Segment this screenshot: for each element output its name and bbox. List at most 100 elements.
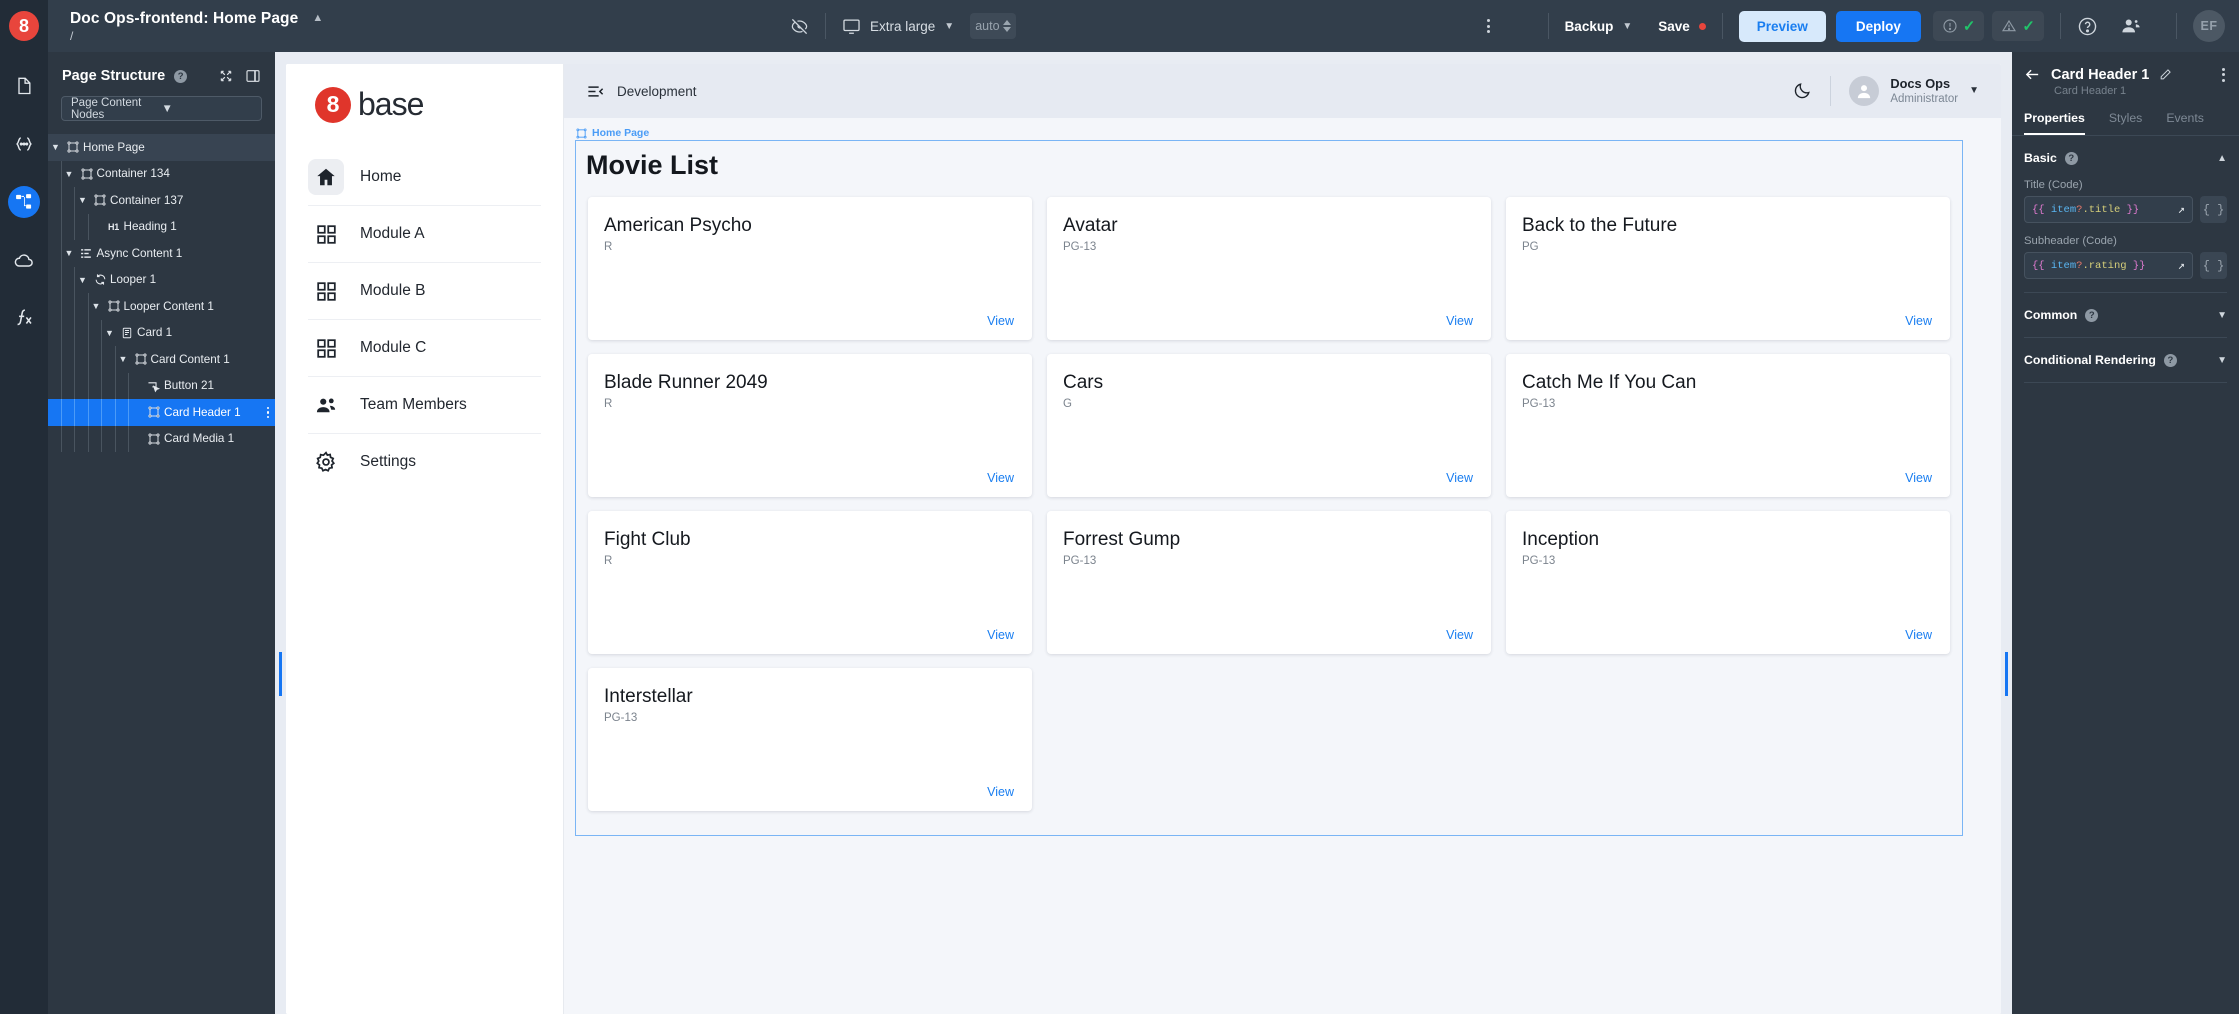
toolbar-overflow-menu[interactable] bbox=[1487, 19, 1490, 33]
chevron-up-icon[interactable]: ▲ bbox=[312, 13, 323, 24]
app-logo-cell[interactable]: 8 bbox=[0, 0, 48, 52]
tree-node[interactable]: ▼Card Content 1 bbox=[48, 346, 275, 373]
nav-item-settings[interactable]: Settings bbox=[308, 433, 541, 490]
help-circle-icon[interactable]: ? bbox=[2164, 354, 2177, 367]
help-circle-icon[interactable]: ? bbox=[2085, 309, 2098, 322]
deploy-button[interactable]: Deploy bbox=[1836, 11, 1921, 42]
chevron-down-icon[interactable]: ▼ bbox=[75, 195, 90, 205]
chevron-down-icon[interactable]: ▼ bbox=[89, 301, 104, 311]
movie-card[interactable]: Blade Runner 2049RView bbox=[588, 354, 1032, 497]
view-button[interactable]: View bbox=[1063, 471, 1475, 485]
movie-card[interactable]: InterstellarPG-13View bbox=[588, 668, 1032, 811]
frame-icon bbox=[77, 168, 97, 180]
view-button[interactable]: View bbox=[604, 314, 1016, 328]
tab-properties[interactable]: Properties bbox=[2024, 111, 2085, 135]
tree-node[interactable]: ▼Card 1 bbox=[48, 320, 275, 347]
home-icon bbox=[308, 159, 344, 195]
tab-styles[interactable]: Styles bbox=[2109, 111, 2143, 135]
save-button[interactable]: Save bbox=[1658, 19, 1706, 34]
file-icon[interactable] bbox=[8, 70, 40, 102]
common-section-header[interactable]: Common ? ▼ bbox=[2024, 293, 2227, 324]
movie-card[interactable]: CarsGView bbox=[1047, 354, 1491, 497]
view-button[interactable]: View bbox=[1522, 314, 1934, 328]
nav-item-team-members[interactable]: Team Members bbox=[308, 376, 541, 433]
subheader-code-braces-icon[interactable]: { } bbox=[2200, 252, 2227, 279]
expand-icon[interactable]: ↗ bbox=[2178, 202, 2185, 217]
view-button[interactable]: View bbox=[1522, 471, 1934, 485]
chevron-down-icon[interactable]: ▼ bbox=[62, 248, 77, 258]
toolbar-divider-5 bbox=[2176, 13, 2177, 39]
title-code-braces-icon[interactable]: { } bbox=[2200, 196, 2227, 223]
cloud-icon[interactable] bbox=[8, 244, 40, 276]
eightbase-logo-icon: 8 bbox=[9, 11, 39, 41]
node-filter-select[interactable]: Page Content Nodes ▼ bbox=[61, 96, 262, 121]
help-circle-icon[interactable] bbox=[2077, 16, 2098, 37]
tree-node[interactable]: ▼Looper 1 bbox=[48, 267, 275, 294]
code-braces-icon[interactable] bbox=[8, 128, 40, 160]
chevron-down-icon[interactable]: ▼ bbox=[62, 169, 77, 179]
help-circle-icon[interactable]: ? bbox=[2065, 152, 2078, 165]
preview-button[interactable]: Preview bbox=[1739, 11, 1826, 42]
view-button[interactable]: View bbox=[1063, 314, 1475, 328]
tree-node[interactable]: ▼Async Content 1 bbox=[48, 240, 275, 267]
eye-off-icon[interactable] bbox=[790, 17, 809, 36]
properties-overflow-menu[interactable] bbox=[2222, 68, 2225, 82]
tree-node[interactable]: ▼Looper Content 1 bbox=[48, 293, 275, 320]
tree-node[interactable]: ▼Container 134 bbox=[48, 161, 275, 188]
panel-toggle-icon[interactable] bbox=[245, 68, 261, 84]
chevron-down-icon[interactable]: ▼ bbox=[102, 328, 117, 338]
tree-node[interactable]: Button 21 bbox=[48, 373, 275, 400]
backup-button[interactable]: Backup ▼ bbox=[1565, 19, 1633, 34]
device-size-selector[interactable]: Extra large ▼ bbox=[842, 17, 954, 36]
function-fx-icon[interactable] bbox=[8, 302, 40, 334]
help-circle-icon[interactable]: ? bbox=[174, 70, 187, 83]
tree-node[interactable]: Card Media 1 bbox=[48, 426, 275, 453]
tree-node-menu[interactable] bbox=[267, 407, 270, 419]
chevron-down-icon[interactable]: ▼ bbox=[116, 354, 131, 364]
team-members-icon[interactable] bbox=[2120, 15, 2142, 37]
pencil-icon[interactable] bbox=[2159, 68, 2172, 81]
breadcrumb[interactable]: Home Page bbox=[564, 127, 2001, 139]
nav-item-home[interactable]: Home bbox=[308, 149, 541, 205]
warning-status-badge[interactable]: ✓ bbox=[1992, 11, 2044, 41]
arrow-left-icon[interactable] bbox=[2024, 66, 2041, 83]
tree-node[interactable]: H1Heading 1 bbox=[48, 214, 275, 241]
movie-card[interactable]: Catch Me If You CanPG-13View bbox=[1506, 354, 1950, 497]
tree-node[interactable]: ▼Container 137 bbox=[48, 187, 275, 214]
chevron-down-icon[interactable]: ▼ bbox=[48, 142, 63, 152]
view-button[interactable]: View bbox=[604, 785, 1016, 799]
backup-label: Backup bbox=[1565, 19, 1614, 34]
view-button[interactable]: View bbox=[604, 471, 1016, 485]
movie-card[interactable]: Forrest GumpPG-13View bbox=[1047, 511, 1491, 654]
view-button[interactable]: View bbox=[1063, 628, 1475, 642]
movie-card[interactable]: AvatarPG-13View bbox=[1047, 197, 1491, 340]
stepper-arrows-icon[interactable] bbox=[1003, 20, 1011, 32]
collapse-arrows-icon[interactable] bbox=[219, 69, 233, 83]
view-button[interactable]: View bbox=[604, 628, 1016, 642]
user-avatar[interactable]: EF bbox=[2193, 10, 2225, 42]
sitemap-icon[interactable] bbox=[8, 186, 40, 218]
conditional-rendering-header[interactable]: Conditional Rendering ? ▼ bbox=[2024, 338, 2227, 369]
height-stepper[interactable]: auto bbox=[970, 13, 1016, 39]
tab-events[interactable]: Events bbox=[2166, 111, 2204, 135]
movie-card[interactable]: American PsychoRView bbox=[588, 197, 1032, 340]
movie-card[interactable]: Fight ClubRView bbox=[588, 511, 1032, 654]
title-code-input[interactable]: {{ item?.title }} ↗ bbox=[2024, 196, 2193, 223]
menu-collapse-icon[interactable]: Development bbox=[586, 82, 697, 101]
chevron-down-icon[interactable]: ▼ bbox=[75, 275, 90, 285]
movie-card[interactable]: InceptionPG-13View bbox=[1506, 511, 1950, 654]
preview-user-menu[interactable]: Docs Ops Administrator ▼ bbox=[1849, 76, 1979, 106]
basic-section-header[interactable]: Basic ? ▲ bbox=[2024, 136, 2227, 167]
nav-item-module-c[interactable]: Module C bbox=[308, 319, 541, 376]
moon-icon[interactable] bbox=[1793, 81, 1812, 100]
view-button[interactable]: View bbox=[1522, 628, 1934, 642]
nav-item-module-b[interactable]: Module B bbox=[308, 262, 541, 319]
tree-node[interactable]: Card Header 1 bbox=[48, 399, 275, 426]
expand-icon[interactable]: ↗ bbox=[2178, 258, 2185, 273]
nav-item-module-a[interactable]: Module A bbox=[308, 205, 541, 262]
subheader-code-input[interactable]: {{ item?.rating }} ↗ bbox=[2024, 252, 2193, 279]
page-structure-tree[interactable]: ▼Home Page▼Container 134▼Container 137H1… bbox=[48, 131, 275, 1014]
movie-card[interactable]: Back to the FuturePGView bbox=[1506, 197, 1950, 340]
error-status-badge[interactable]: ✓ bbox=[1933, 11, 1985, 41]
tree-node[interactable]: ▼Home Page bbox=[48, 134, 275, 161]
